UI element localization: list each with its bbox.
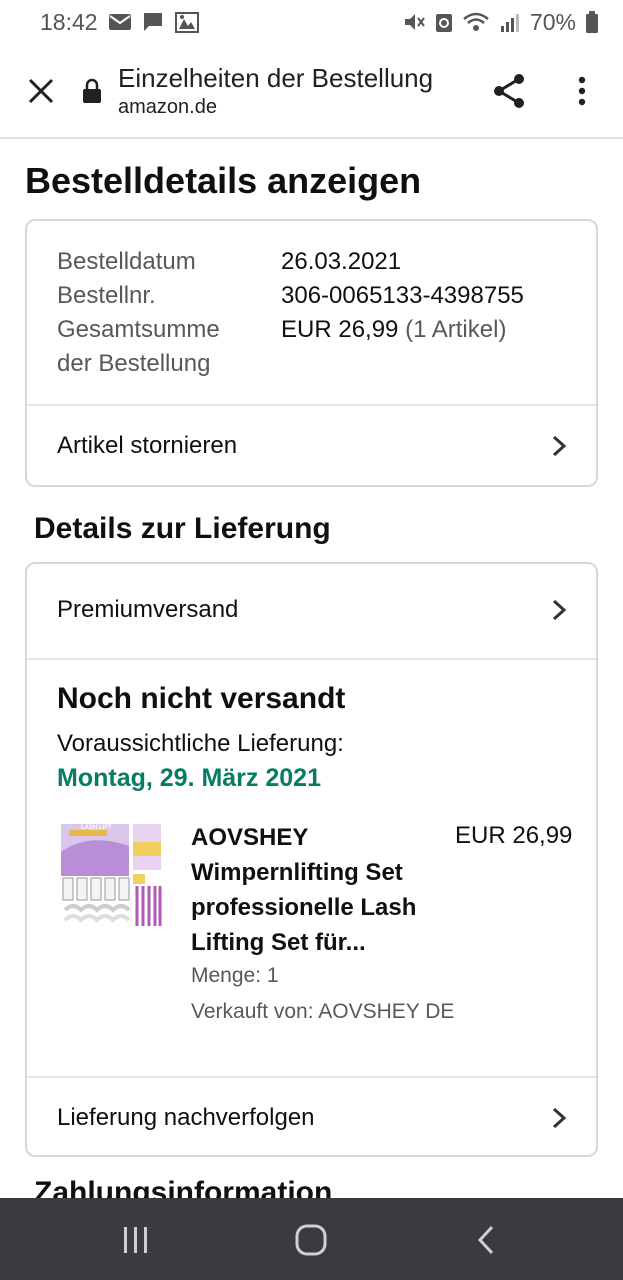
recycle-icon [435,11,453,33]
share-icon [494,74,524,108]
order-number-label: Bestellnr. [57,282,156,309]
close-button[interactable] [0,43,82,138]
system-navigation-bar [0,1198,623,1280]
order-total-label-line1: Gesamtsumme [57,316,220,343]
back-icon [477,1225,494,1255]
product-name-link[interactable]: AOVSHEY Wimpernlifting Set professionell… [191,820,441,960]
recent-apps-icon [124,1227,147,1253]
divider [27,658,596,660]
product-price: EUR 26,99 [455,822,573,849]
close-icon [28,78,54,103]
page-content: Bestelldetails anzeigen Bestelldatum 26.… [0,140,623,1198]
back-button[interactable] [464,1218,508,1262]
delivery-estimate-date: Montag, 29. März 2021 [57,764,321,792]
home-button[interactable] [289,1218,333,1262]
track-delivery-label: Lieferung nachverfolgen [57,1104,315,1131]
cancel-items-link[interactable]: Artikel stornieren [27,406,596,486]
mail-icon [108,12,132,32]
shipping-method-link[interactable]: Premiumversand [27,570,596,650]
order-total-label-line2: der Bestellung [57,350,211,377]
product-quantity: Menge: 1 [191,964,279,987]
delivery-estimate-label: Voraussichtliche Lieferung: [57,730,344,757]
product-image-caption: LASH LIFT [81,825,112,831]
more-menu-button[interactable] [566,70,598,112]
order-summary-card: Bestelldatum 26.03.2021 Bestellnr. 306-0… [25,219,598,487]
page-title: Bestelldetails anzeigen [25,160,422,201]
delivery-section-title: Details zur Lieferung [34,512,331,545]
browser-toolbar: Einzelheiten der Bestellung amazon.de [0,44,623,139]
battery-icon [585,10,599,34]
order-date-label: Bestelldatum [57,248,196,275]
order-total-amount: EUR 26,99 [281,316,399,343]
url-bar[interactable]: Einzelheiten der Bestellung amazon.de [118,62,448,120]
chevron-right-icon [552,435,567,457]
chat-icon [142,11,164,33]
signal-icon [499,11,521,33]
recent-apps-button[interactable] [114,1218,158,1262]
order-info: Bestelldatum 26.03.2021 Bestellnr. 306-0… [57,245,524,381]
battery-percent: 70% [529,8,576,35]
mute-icon [402,11,426,33]
chevron-right-icon [552,599,567,621]
shipment-status: Noch nicht versandt [57,682,346,715]
delivery-card: Premiumversand Noch nicht versandt Vorau… [25,562,598,1157]
more-vert-icon [578,76,586,106]
gallery-icon [174,10,200,34]
cancel-items-label: Artikel stornieren [57,432,238,459]
lock-icon [82,78,106,104]
browser-domain: amazon.de [118,95,217,118]
track-delivery-link[interactable]: Lieferung nachverfolgen [27,1078,596,1158]
order-date-value: 26.03.2021 [281,248,402,275]
payment-section-title: Zahlungsinformation [34,1176,333,1198]
home-icon [295,1224,327,1256]
browser-page-title: Einzelheiten der Bestellung [118,62,434,93]
share-button[interactable] [488,70,530,112]
order-number-value: 306-0065133-4398755 [281,282,524,309]
status-bar: 18:42 70% [0,0,623,44]
status-time: 18:42 [40,8,98,35]
shipping-method-label: Premiumversand [57,596,239,623]
product-image[interactable]: LASH LIFT [59,822,163,928]
product-seller: Verkauft von: AOVSHEY DE [191,1000,455,1023]
wifi-icon [462,11,490,33]
order-total-value: EUR 26,99 (1 Artikel) [281,313,506,347]
order-item-count: (1 Artikel) [405,316,507,343]
chevron-right-icon [552,1107,567,1129]
